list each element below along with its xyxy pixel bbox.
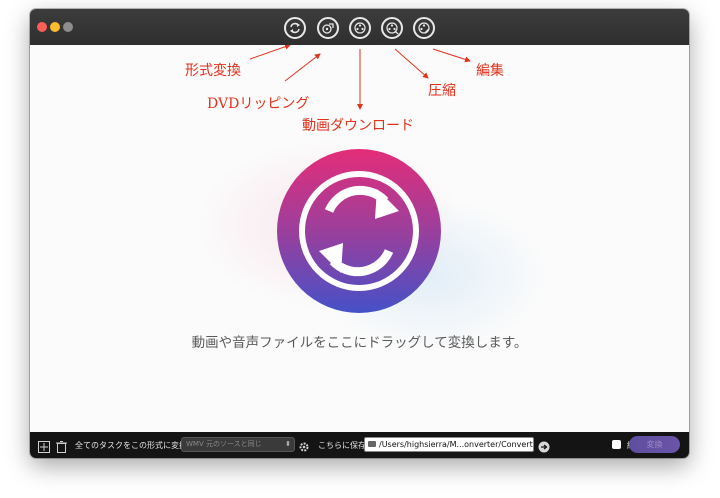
output-format-value: WMV 元のソースと同じ (186, 440, 262, 448)
convert-button[interactable]: 変換 (629, 436, 680, 453)
film-download-icon (354, 22, 366, 34)
annotation-download: 動画ダウンロード (302, 118, 414, 134)
titlebar (30, 9, 689, 45)
download-tab-button[interactable] (349, 17, 371, 39)
edit-tab-button[interactable] (413, 17, 435, 39)
close-window-button[interactable] (37, 22, 47, 32)
convert-icon (290, 22, 300, 34)
film-compress-icon (386, 22, 399, 35)
annotation-convert: 形式変換 (185, 63, 241, 79)
trash-icon[interactable] (56, 438, 67, 457)
merge-checkbox[interactable] (612, 440, 621, 449)
save-label: こちらに保存 (318, 441, 366, 450)
app-window: 形式変換 DVDリッピング 動画ダウンロード 圧縮 編集 動画や音声ファイルをこ… (30, 9, 689, 458)
dvd-rip-icon (322, 23, 334, 34)
open-folder-arrow-icon[interactable] (538, 438, 550, 457)
add-file-icon[interactable] (38, 438, 50, 457)
minimize-window-button[interactable] (50, 22, 60, 32)
annotation-edit: 編集 (476, 63, 504, 79)
output-path-field[interactable]: /Users/highsierra/M...onverter/Converted (364, 437, 534, 452)
compress-tab-button[interactable] (381, 17, 403, 39)
annotation-compress: 圧縮 (428, 83, 456, 99)
convert-hero-icon (277, 149, 441, 313)
gear-icon[interactable] (298, 438, 310, 457)
convert-tab-button[interactable] (284, 17, 306, 39)
select-arrows-icon: ⬍ (285, 440, 291, 448)
output-path-value: /Users/highsierra/M...onverter/Converted (379, 440, 534, 449)
zoom-window-button[interactable] (63, 22, 73, 32)
annotation-dvd-rip: DVDリッピング (207, 96, 310, 112)
output-format-select[interactable]: WMV 元のソースと同じ ⬍ (181, 437, 295, 452)
film-edit-icon (418, 22, 430, 34)
bottom-bar: 全てのタスクをこの形式に変換 WMV 元のソースと同じ ⬍ こちらに保存 /Us… (30, 432, 689, 458)
folder-icon (368, 441, 376, 447)
drop-instruction: 動画や音声ファイルをここにドラッグして変換します。 (191, 335, 528, 351)
format-label: 全てのタスクをこの形式に変換 (75, 441, 187, 450)
drop-area[interactable]: 形式変換 DVDリッピング 動画ダウンロード 圧縮 編集 動画や音声ファイルをこ… (30, 45, 689, 432)
dvd-rip-tab-button[interactable] (317, 17, 339, 39)
